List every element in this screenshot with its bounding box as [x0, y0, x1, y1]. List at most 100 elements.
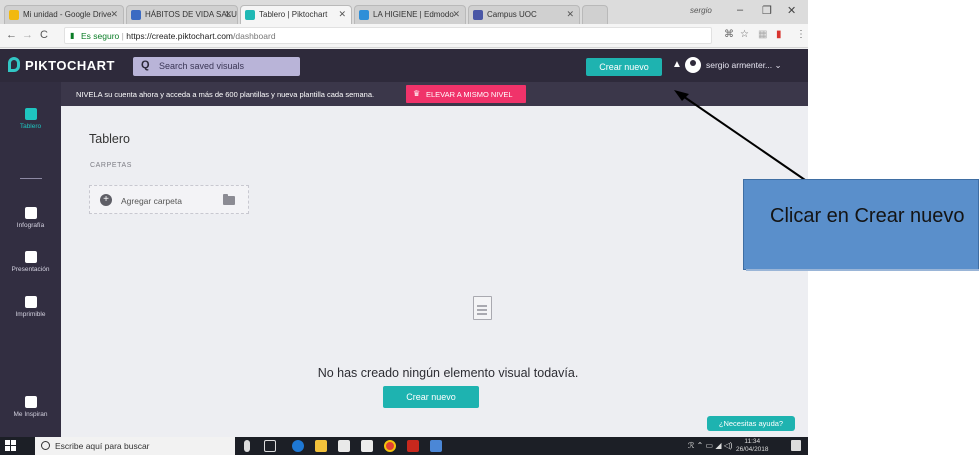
piktochart-logo-icon — [8, 57, 20, 72]
crown-icon: ♛ — [413, 89, 421, 98]
tab-edmodo[interactable]: LA HIGIENE | Edmodo ✕ — [354, 5, 466, 24]
mail-icon[interactable] — [361, 440, 373, 452]
sidebar-divider — [20, 178, 42, 179]
app-icon[interactable] — [430, 440, 442, 452]
tab-label: LA HIGIENE | Edmodo — [373, 10, 454, 19]
user-name: sergio armenter... — [706, 60, 773, 70]
forward-icon[interactable]: → — [22, 29, 33, 41]
document-icon — [473, 296, 492, 320]
menu-icon[interactable]: ⋮ — [796, 29, 806, 40]
star-icon — [24, 396, 37, 408]
taskbar-clock[interactable]: 11:34 26/04/2018 — [736, 438, 769, 454]
new-tab-button[interactable] — [582, 5, 608, 24]
chrome-icon[interactable] — [384, 440, 396, 452]
reload-icon[interactable]: C — [40, 29, 48, 41]
search-icon: Q — [141, 59, 150, 71]
annotation-callout: Clicar en Crear nuevo — [743, 179, 979, 271]
close-icon[interactable]: ✕ — [110, 9, 118, 20]
upgrade-banner-text: NIVELA su cuenta ahora y acceda a más de… — [76, 90, 375, 99]
avatar[interactable] — [685, 57, 701, 73]
close-icon[interactable]: ✕ — [338, 9, 346, 20]
close-icon[interactable]: ✕ — [224, 9, 232, 20]
back-icon[interactable]: ← — [6, 29, 17, 41]
infographic-icon — [24, 207, 37, 219]
url-base: https://create.piktochart.com — [126, 31, 234, 41]
sidebar-item-label: Presentación — [11, 266, 50, 273]
maximize-icon[interactable]: ❐ — [762, 4, 772, 17]
acrobat-icon[interactable] — [407, 440, 419, 452]
close-window-icon[interactable]: ✕ — [787, 4, 796, 17]
taskbar-search-placeholder: Escribe aquí para buscar — [55, 441, 150, 451]
create-new-button-main[interactable]: Crear nuevo — [383, 386, 479, 408]
add-folder-card[interactable]: + Agregar carpeta — [89, 185, 249, 214]
close-icon[interactable]: ✕ — [452, 9, 460, 20]
tab-campus-uoc[interactable]: Campus UOC ✕ — [468, 5, 580, 24]
profile-name[interactable]: sergio — [690, 6, 712, 15]
screenshot: Mi unidad - Google Drive ✕ HÁBITOS DE VI… — [0, 0, 979, 455]
piktochart-app: PIKTOCHART Q Search saved visuals Crear … — [0, 49, 808, 437]
taskbar-search-input[interactable]: Escribe aquí para buscar — [35, 437, 235, 455]
piktochart-icon — [245, 10, 255, 20]
upgrade-banner: NIVELA su cuenta ahora y acceda a más de… — [61, 82, 808, 106]
sidebar-item-tablero[interactable]: Tablero — [0, 108, 61, 130]
sidebar-item-presentacion[interactable]: Presentación — [0, 251, 61, 273]
windows-start-icon[interactable] — [5, 440, 17, 452]
file-explorer-icon[interactable] — [315, 440, 327, 452]
folders-section-label: CARPETAS — [90, 162, 133, 169]
translate-icon[interactable]: ⌘ — [724, 29, 734, 40]
empty-state-message: No has creado ningún elemento visual tod… — [61, 366, 808, 380]
sidebar-item-label: Me Inspiran — [13, 411, 48, 418]
dashboard-content: Tablero CARPETAS + Agregar carpeta No ha… — [61, 106, 808, 437]
system-tray[interactable]: ℛ ⌃ ▭ ◢ ◁) — [688, 441, 733, 450]
extension-red-icon[interactable]: ▮ — [776, 29, 782, 40]
sidebar-item-label: Tablero — [19, 123, 42, 130]
tab-piktochart[interactable]: Tablero | Piktochart ✕ — [240, 5, 352, 24]
edmodo-icon — [359, 10, 369, 20]
sidebar-item-label: Infografía — [16, 222, 45, 229]
help-button[interactable]: ¿Necesitas ayuda? — [707, 416, 795, 431]
browser-window: Mi unidad - Google Drive ✕ HÁBITOS DE VI… — [0, 0, 808, 437]
drive-icon — [9, 10, 19, 20]
search-input[interactable]: Q Search saved visuals — [133, 57, 300, 76]
bookmark-star-icon[interactable]: ☆ — [740, 29, 749, 40]
lock-icon: ▮ — [70, 31, 75, 40]
tab-label: Mi unidad - Google Drive — [23, 10, 112, 19]
user-menu[interactable]: sergio armenter... ⌄ — [706, 60, 782, 71]
microphone-icon[interactable] — [244, 440, 250, 452]
minimize-icon[interactable]: – — [737, 4, 743, 16]
tab-bar: Mi unidad - Google Drive ✕ HÁBITOS DE VI… — [0, 0, 808, 24]
edge-icon[interactable] — [292, 440, 304, 452]
tab-label: Campus UOC — [487, 10, 537, 19]
callout-text: Clicar en Crear nuevo — [770, 205, 965, 227]
notifications-icon[interactable] — [791, 440, 801, 451]
sidebar: Tablero Infografía Presentación Imprimib… — [0, 82, 61, 437]
search-placeholder: Search saved visuals — [159, 61, 245, 71]
store-icon[interactable] — [338, 440, 350, 452]
create-new-button[interactable]: Crear nuevo — [586, 58, 662, 76]
task-view-icon[interactable] — [264, 440, 276, 452]
grid-icon — [24, 108, 37, 120]
close-icon[interactable]: ✕ — [566, 9, 574, 20]
notification-bell-icon[interactable]: ▲ — [672, 59, 682, 70]
url-field[interactable]: ▮ Es seguro | https://create.piktochart.… — [64, 27, 712, 44]
presentation-icon — [24, 251, 37, 263]
cortana-icon — [41, 441, 50, 450]
clock-time: 11:34 — [744, 438, 761, 445]
sidebar-item-imprimible[interactable]: Imprimible — [0, 296, 61, 318]
printable-icon — [24, 296, 37, 308]
extension-icon[interactable]: ▦ — [758, 29, 767, 40]
tab-label: Tablero | Piktochart — [259, 10, 328, 19]
empty-state-text: No has creado ningún elemento visual tod… — [317, 366, 579, 380]
piktochart-logo[interactable]: PIKTOCHART — [8, 57, 115, 75]
sidebar-item-infografia[interactable]: Infografía — [0, 207, 61, 229]
top-navigation: PIKTOCHART Q Search saved visuals Crear … — [0, 49, 808, 82]
page-title: Tablero — [89, 132, 130, 146]
plus-icon: + — [100, 194, 112, 206]
folder-icon — [223, 194, 235, 205]
clock-date: 26/04/2018 — [736, 446, 769, 453]
sidebar-item-me-inspiran[interactable]: Me Inspiran — [0, 396, 61, 418]
tab-google-drive[interactable]: Mi unidad - Google Drive ✕ — [4, 5, 124, 24]
uoc-icon — [473, 10, 483, 20]
upgrade-button[interactable]: ♛ ELEVAR A MISMO NIVEL — [406, 85, 526, 103]
tab-habitos[interactable]: HÁBITOS DE VIDA SALUD ✕ — [126, 5, 238, 24]
